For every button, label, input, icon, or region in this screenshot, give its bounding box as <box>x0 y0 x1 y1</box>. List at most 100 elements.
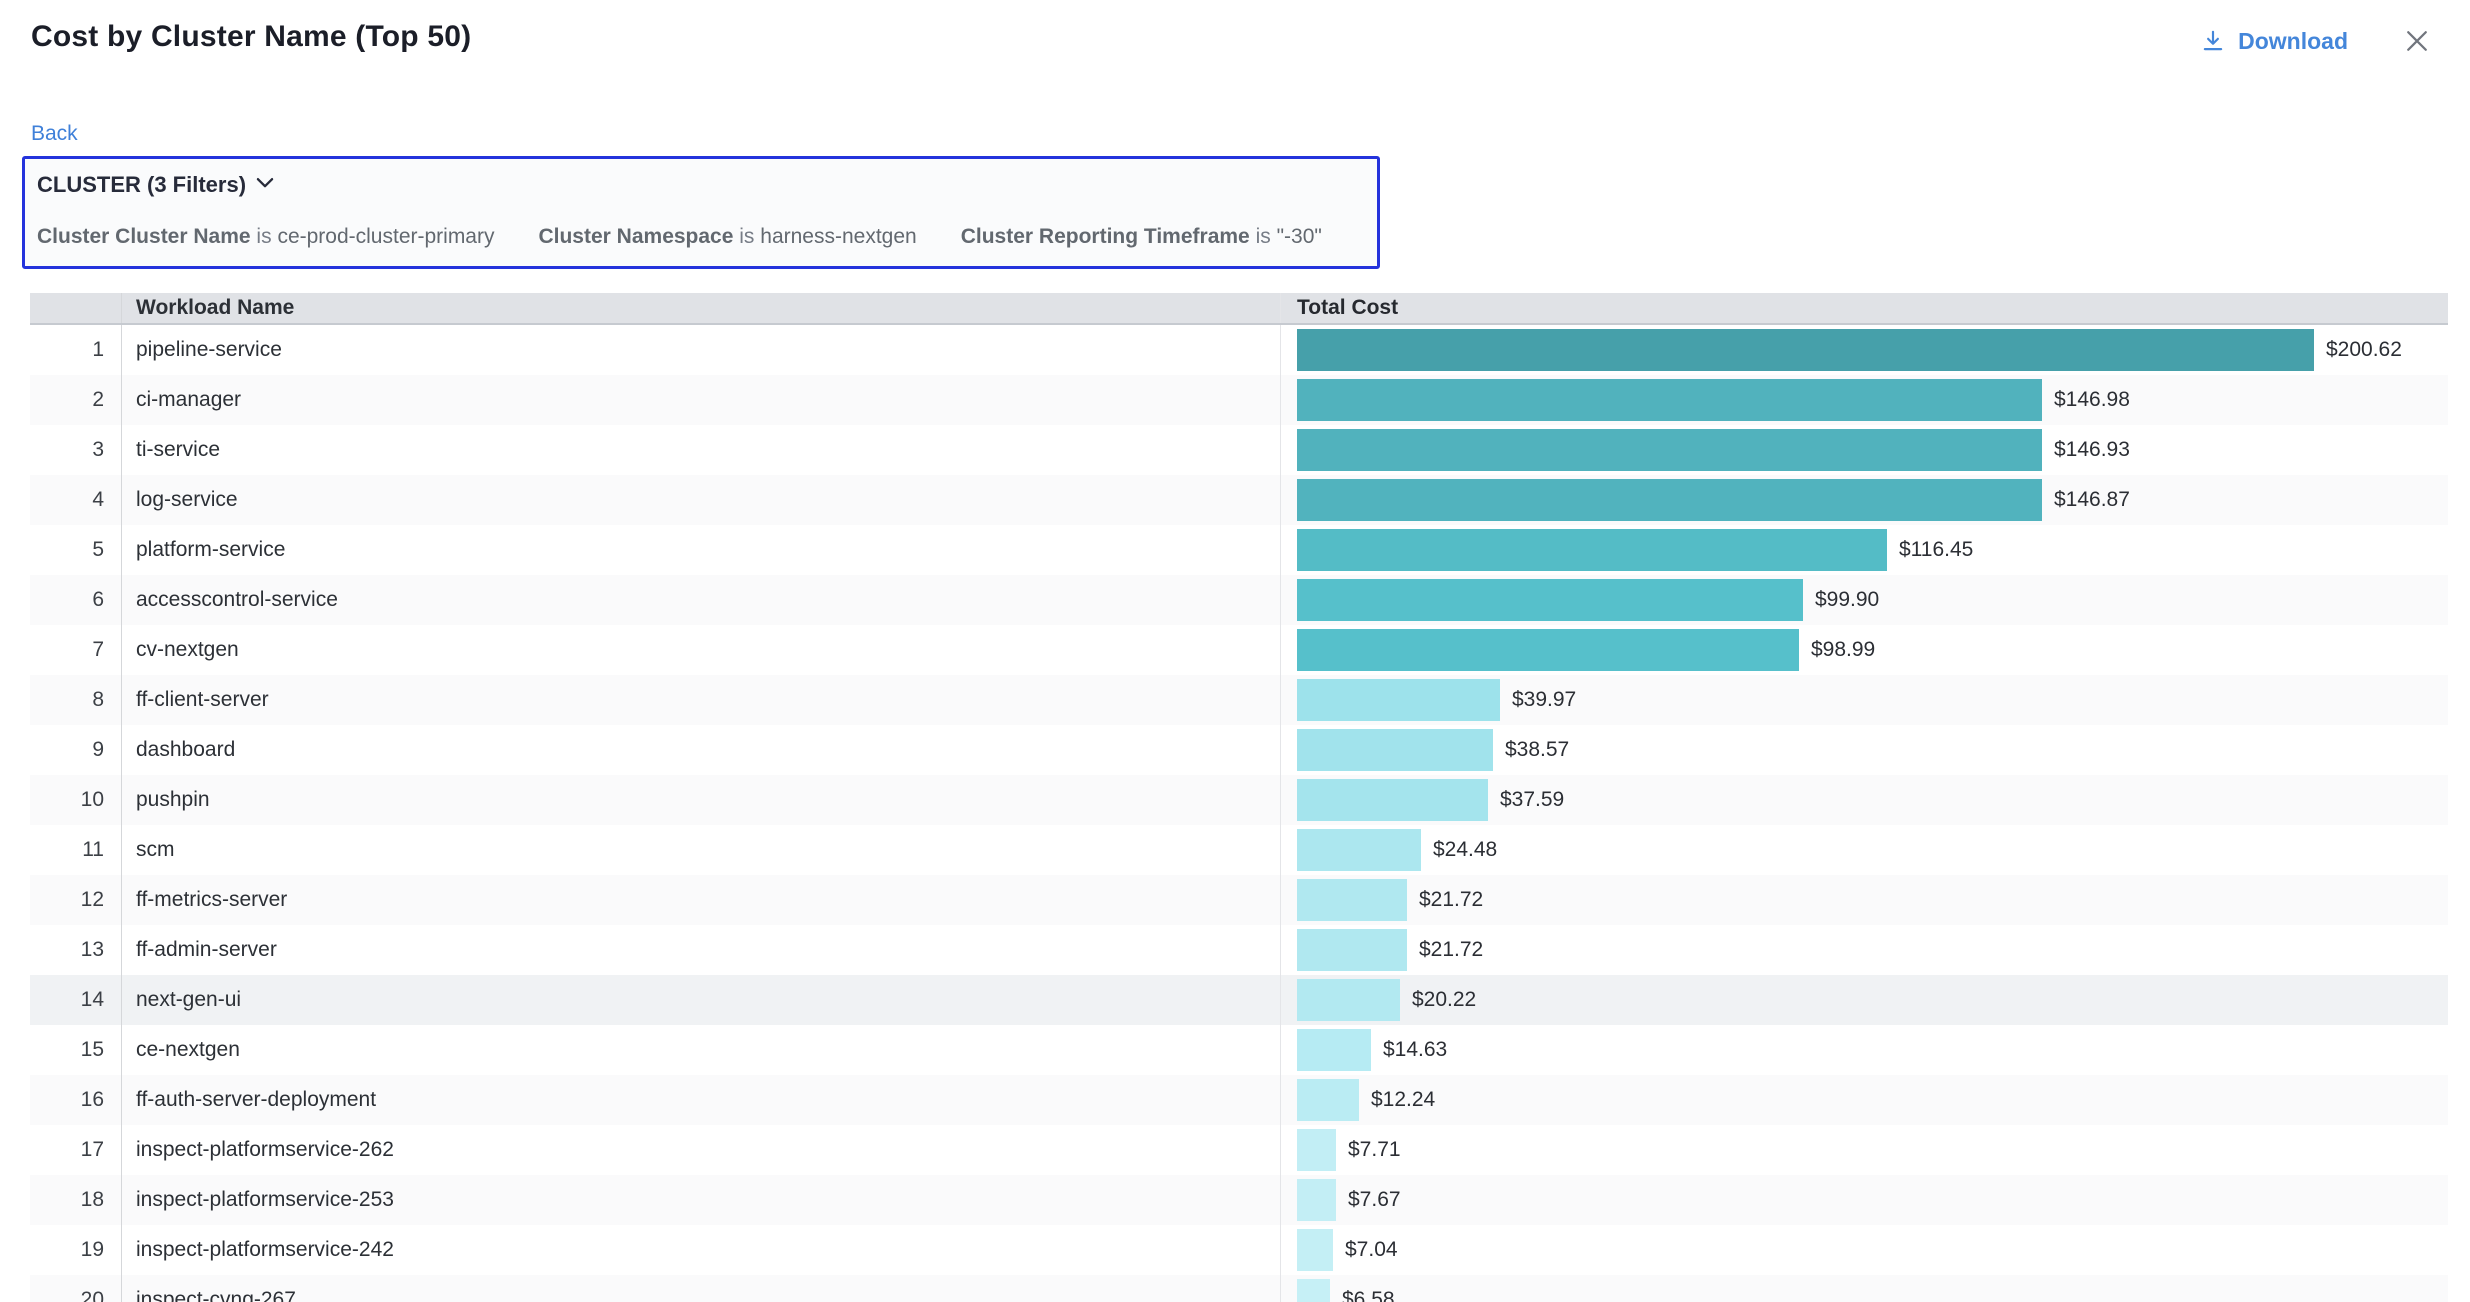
table-row[interactable]: 8ff-client-server $39.97 <box>30 675 2448 725</box>
row-cost-value: $98.99 <box>1811 638 1875 662</box>
row-cost-value: $99.90 <box>1815 588 1879 612</box>
row-workload-name: ci-manager <box>122 375 1280 425</box>
row-cost-value: $7.71 <box>1348 1138 1401 1162</box>
cost-bar[interactable] <box>1297 779 1488 821</box>
filter-group-toggle[interactable]: CLUSTER (3 Filters) <box>37 172 1363 198</box>
table-row[interactable]: 18inspect-platformservice-253$7.67 <box>30 1175 2448 1225</box>
row-rank: 17 <box>30 1125 122 1175</box>
page-title: Cost by Cluster Name (Top 50) <box>31 20 471 54</box>
download-button[interactable]: Download <box>2200 28 2348 55</box>
row-cost-value: $146.98 <box>2054 388 2130 412</box>
table-row[interactable]: 13ff-admin-server$21.72 <box>30 925 2448 975</box>
row-rank: 8 <box>30 675 122 725</box>
cost-bar[interactable] <box>1297 379 2042 421</box>
cost-bar[interactable] <box>1297 1129 1336 1171</box>
row-rank: 12 <box>30 875 122 925</box>
cost-bar[interactable] <box>1297 1079 1359 1121</box>
cost-bar[interactable] <box>1297 579 1803 621</box>
table-row[interactable]: 17inspect-platformservice-262$7.71 <box>30 1125 2448 1175</box>
row-cost-value: $21.72 <box>1419 888 1483 912</box>
row-workload-name: platform-service <box>122 525 1280 575</box>
row-cost-value: $20.22 <box>1412 988 1476 1012</box>
table-row[interactable]: 5platform-service$116.45 <box>30 525 2448 575</box>
filter-clause: Cluster Reporting Timeframe is "-30" <box>961 225 1322 249</box>
row-cost-value: $38.57 <box>1505 738 1569 762</box>
row-rank: 7 <box>30 625 122 675</box>
header-actions: Download <box>2200 20 2434 58</box>
row-workload-name: inspect-platformservice-242 <box>122 1225 1280 1275</box>
row-rank: 6 <box>30 575 122 625</box>
table-row[interactable]: 20inspect-cvng-267$6.58 <box>30 1275 2448 1302</box>
row-rank: 4 <box>30 475 122 525</box>
download-label: Download <box>2238 28 2348 55</box>
row-workload-name: pushpin <box>122 775 1280 825</box>
table-row[interactable]: 9dashboard$38.57 <box>30 725 2448 775</box>
table-row[interactable]: 16ff-auth-server-deployment$12.24 <box>30 1075 2448 1125</box>
row-cost-value: $21.72 <box>1419 938 1483 962</box>
row-workload-name: ff-client-server <box>122 675 1280 725</box>
row-workload-name: ti-service <box>122 425 1280 475</box>
cost-bar[interactable] <box>1297 429 2042 471</box>
table-row[interactable]: 14next-gen-ui$20.22 <box>30 975 2448 1025</box>
row-rank: 18 <box>30 1175 122 1225</box>
row-rank: 19 <box>30 1225 122 1275</box>
cost-bar[interactable] <box>1297 729 1493 771</box>
cost-bar[interactable] <box>1297 879 1407 921</box>
cost-bar[interactable] <box>1297 1229 1333 1271</box>
table-row[interactable]: 12ff-metrics-server $21.72 <box>30 875 2448 925</box>
filter-clauses: Cluster Cluster Name is ce-prod-cluster-… <box>37 225 1363 249</box>
row-cost-cell: $146.87 <box>1280 475 2448 525</box>
row-cost-cell: $39.97 <box>1280 675 2448 725</box>
cost-bar[interactable] <box>1297 529 1887 571</box>
table-row[interactable]: 15ce-nextgen$14.63 <box>30 1025 2448 1075</box>
row-cost-cell: $12.24 <box>1280 1075 2448 1125</box>
modal-header: Cost by Cluster Name (Top 50) Download <box>0 0 2470 58</box>
row-workload-name: ff-auth-server-deployment <box>122 1075 1280 1125</box>
cost-bar[interactable] <box>1297 679 1500 721</box>
table-row[interactable]: 2ci-manager$146.98 <box>30 375 2448 425</box>
row-cost-cell: $200.62 <box>1280 325 2448 375</box>
cost-bar[interactable] <box>1297 1029 1371 1071</box>
cost-bar[interactable] <box>1297 1179 1336 1221</box>
workload-name-column-header: Workload Name <box>122 293 1280 323</box>
cost-bar[interactable] <box>1297 829 1421 871</box>
row-workload-name: ff-admin-server <box>122 925 1280 975</box>
row-workload-name: inspect-platformservice-253 <box>122 1175 1280 1225</box>
row-workload-name: pipeline-service <box>122 325 1280 375</box>
row-cost-cell: $38.57 <box>1280 725 2448 775</box>
cost-bar[interactable] <box>1297 329 2314 371</box>
row-cost-value: $7.04 <box>1345 1238 1398 1262</box>
row-rank: 20 <box>30 1275 122 1302</box>
row-rank: 10 <box>30 775 122 825</box>
cost-bar[interactable] <box>1297 979 1400 1021</box>
rank-column-header <box>30 293 122 323</box>
filter-clause: Cluster Cluster Name is ce-prod-cluster-… <box>37 225 494 249</box>
close-icon[interactable] <box>2400 24 2434 58</box>
row-rank: 14 <box>30 975 122 1025</box>
row-rank: 3 <box>30 425 122 475</box>
row-workload-name: ff-metrics-server <box>122 875 1280 925</box>
row-rank: 1 <box>30 325 122 375</box>
table-row[interactable]: 11scm$24.48 <box>30 825 2448 875</box>
table-row[interactable]: 10pushpin $37.59 <box>30 775 2448 825</box>
cost-bar[interactable] <box>1297 1279 1330 1302</box>
row-workload-name: dashboard <box>122 725 1280 775</box>
back-link[interactable]: Back <box>31 122 78 146</box>
row-cost-value: $37.59 <box>1500 788 1564 812</box>
cost-bar[interactable] <box>1297 629 1799 671</box>
cost-bar[interactable] <box>1297 929 1407 971</box>
table-row[interactable]: 6accesscontrol-service $99.90 <box>30 575 2448 625</box>
table-row[interactable]: 7cv-nextgen$98.99 <box>30 625 2448 675</box>
table-row[interactable]: 1pipeline-service$200.62 <box>30 325 2448 375</box>
row-cost-value: $146.87 <box>2054 488 2130 512</box>
table-row[interactable]: 4log-service$146.87 <box>30 475 2448 525</box>
row-cost-value: $39.97 <box>1512 688 1576 712</box>
row-workload-name: accesscontrol-service <box>122 575 1280 625</box>
row-cost-value: $116.45 <box>1899 538 1973 562</box>
row-cost-cell: $99.90 <box>1280 575 2448 625</box>
cost-bar[interactable] <box>1297 479 2042 521</box>
row-workload-name: inspect-cvng-267 <box>122 1275 1280 1302</box>
table-row[interactable]: 3ti-service$146.93 <box>30 425 2448 475</box>
cost-table: Workload Name Total Cost 1pipeline-servi… <box>30 293 2448 1302</box>
table-row[interactable]: 19inspect-platformservice-242 $7.04 <box>30 1225 2448 1275</box>
